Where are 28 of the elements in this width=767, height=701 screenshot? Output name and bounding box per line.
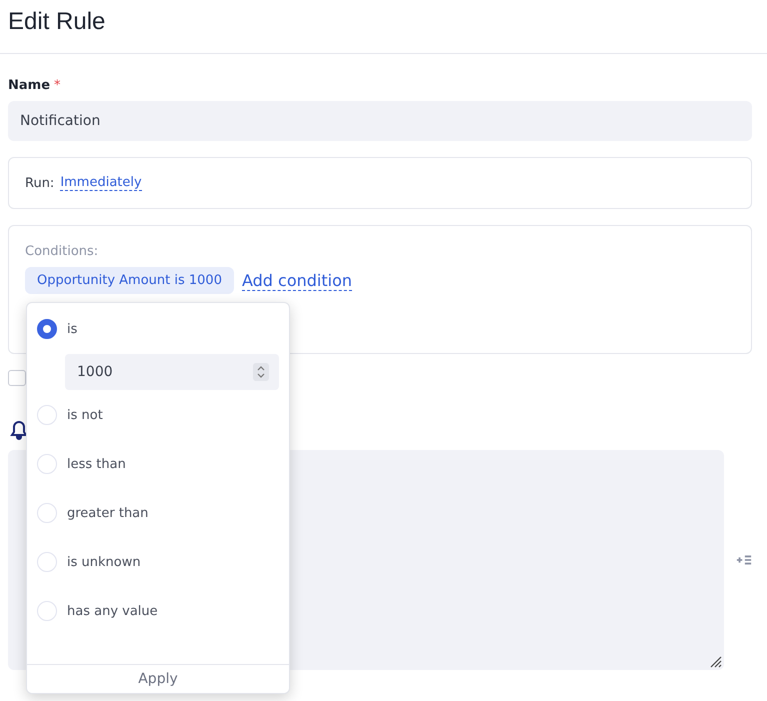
option-label: is not	[67, 408, 103, 422]
name-field[interactable]: Notification	[8, 101, 752, 141]
radio-button[interactable]	[37, 319, 57, 339]
run-link[interactable]: Immediately	[60, 175, 142, 191]
option-label: is unknown	[67, 554, 141, 570]
bell-icon	[10, 420, 28, 440]
conditions-label: Conditions:	[25, 244, 100, 259]
option[interactable]: less than	[27, 452, 289, 476]
option[interactable]: is	[27, 317, 289, 341]
option-label: is	[67, 322, 78, 336]
run-label: Run:	[25, 176, 54, 190]
spinner-icon[interactable]	[253, 363, 269, 381]
resize-handle-icon[interactable]	[708, 654, 722, 668]
option-label: less than	[67, 456, 126, 472]
add-list-icon[interactable]	[736, 554, 752, 566]
field-label: Name	[8, 78, 50, 93]
option[interactable]: is unknown	[27, 550, 289, 574]
option-label: has any value	[67, 604, 158, 618]
option[interactable]: is not	[27, 403, 289, 427]
number-field[interactable]: 1000	[65, 354, 279, 390]
page-title: Edit Rule	[7, 7, 106, 37]
option-label: greater than	[67, 506, 148, 520]
condition-chip[interactable]: Opportunity Amount is 1000	[25, 267, 234, 294]
add-condition-link[interactable]: Add condition	[242, 270, 352, 290]
apply-button[interactable]: Apply	[27, 664, 289, 693]
option[interactable]: has any value	[27, 599, 289, 623]
option[interactable]: greater than	[27, 501, 289, 525]
required-mark: *	[54, 78, 61, 93]
